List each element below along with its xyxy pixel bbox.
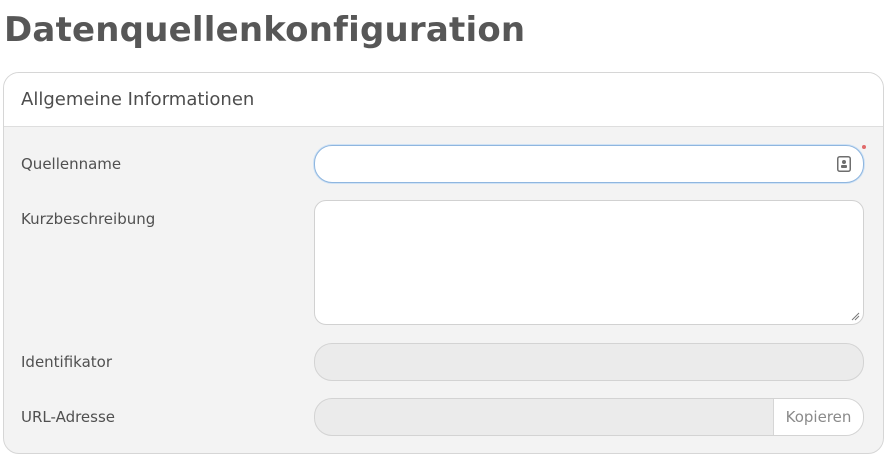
page-title: Datenquellenkonfiguration [4,10,526,50]
description-label: Kurzbeschreibung [21,210,156,228]
source-name-label: Quellenname [21,155,122,173]
identifier-input [315,344,863,380]
url-label: URL-Adresse [21,408,116,426]
copy-button[interactable]: Kopieren [773,399,863,435]
description-field[interactable] [314,200,864,325]
panel-header: Allgemeine Informationen [4,73,883,127]
resize-handle-icon[interactable] [851,312,860,321]
identifier-field [314,343,864,381]
contact-card-icon[interactable] [837,156,851,172]
required-indicator [862,145,866,149]
source-name-field[interactable] [314,145,864,183]
source-name-input[interactable] [315,146,863,182]
url-field: Kopieren [314,398,864,436]
general-info-panel: Allgemeine Informationen Quellenname Kur… [3,72,884,454]
description-textarea[interactable] [315,201,863,324]
identifier-label: Identifikator [21,353,113,371]
panel-title: Allgemeine Informationen [21,89,255,110]
